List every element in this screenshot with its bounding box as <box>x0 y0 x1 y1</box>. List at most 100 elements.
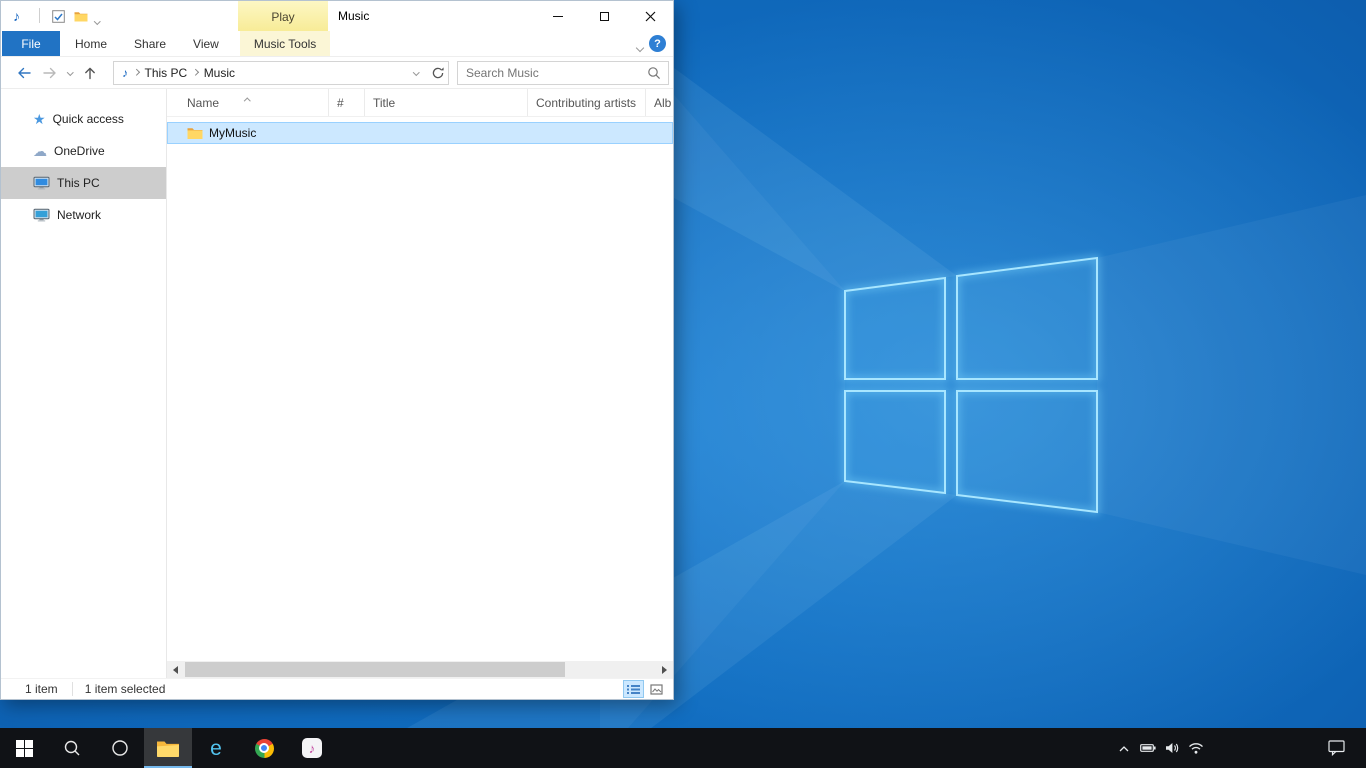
wifi-icon <box>1188 742 1204 755</box>
battery-icon <box>1140 742 1156 754</box>
titlebar[interactable]: ♪ Play Music <box>1 1 673 31</box>
checkbox-icon <box>52 10 65 23</box>
view-details-button[interactable] <box>623 680 644 698</box>
sidebar-item-quick-access[interactable]: ★ Quick access <box>1 103 166 135</box>
qat-dropdown-button[interactable] <box>95 12 100 26</box>
file-row-mymusic[interactable]: MyMusic <box>167 122 673 144</box>
network-icon <box>33 208 50 222</box>
contextual-tab-play[interactable]: Play <box>238 1 328 33</box>
column-header-album[interactable]: Alb <box>646 89 673 116</box>
forward-button[interactable] <box>37 60 63 86</box>
column-header-contributing-artists[interactable]: Contributing artists <box>528 89 646 116</box>
taskbar-ie-button[interactable]: e <box>192 728 240 768</box>
ie-icon: e <box>210 738 222 759</box>
network-button[interactable] <box>1184 728 1208 768</box>
tray-expand-button[interactable] <box>1112 728 1136 768</box>
chevron-up-icon <box>1118 744 1130 753</box>
search-input[interactable] <box>458 66 647 80</box>
minimize-icon <box>553 16 563 17</box>
status-selected-count: 1 item selected <box>72 682 166 696</box>
sidebar-item-label: Network <box>57 208 101 222</box>
music-note-icon: ♪ <box>302 738 322 758</box>
maximize-button[interactable] <box>581 1 627 31</box>
view-large-icons-button[interactable] <box>646 680 667 698</box>
chevron-down-icon <box>413 69 419 75</box>
folder-icon <box>187 127 203 140</box>
tab-share[interactable]: Share <box>121 31 179 56</box>
column-headers: Name # Title Contributing artists Alb <box>167 89 673 117</box>
qat-properties-button[interactable] <box>49 8 67 24</box>
back-button[interactable] <box>11 60 37 86</box>
maximize-icon <box>600 12 609 21</box>
taskbar-chrome-button[interactable] <box>240 728 288 768</box>
volume-button[interactable] <box>1160 728 1184 768</box>
sidebar-item-network[interactable]: Network <box>1 199 166 231</box>
tab-music-tools[interactable]: Music Tools <box>240 31 330 56</box>
scroll-right-button[interactable] <box>656 661 673 678</box>
recent-locations-button[interactable] <box>63 60 77 86</box>
sidebar-item-label: Quick access <box>53 112 124 126</box>
search-box <box>457 61 669 85</box>
scroll-thumb[interactable] <box>185 662 565 677</box>
qat-new-folder-button[interactable] <box>72 8 90 24</box>
chevron-down-icon <box>636 44 644 52</box>
sidebar-item-onedrive[interactable]: ☁ OneDrive <box>1 135 166 167</box>
back-arrow-icon <box>16 66 32 80</box>
horizontal-scrollbar <box>167 661 673 678</box>
cortana-button[interactable] <box>96 728 144 768</box>
breadcrumb-item-music[interactable]: Music <box>199 66 240 80</box>
column-header-number[interactable]: # <box>329 89 365 116</box>
up-button[interactable] <box>77 60 103 86</box>
details-view-icon <box>627 684 640 695</box>
file-name: MyMusic <box>209 126 256 140</box>
volume-icon <box>1165 742 1179 754</box>
search-icon <box>63 739 81 757</box>
ribbon-tab-row: File Home Share View Music Tools ? <box>1 31 673 57</box>
windows-logo-icon <box>16 740 33 757</box>
help-icon: ? <box>654 38 661 50</box>
breadcrumb-separator-icon <box>133 69 139 75</box>
large-icons-view-icon <box>650 684 663 695</box>
up-arrow-icon <box>83 66 97 80</box>
sort-ascending-icon <box>245 92 250 106</box>
status-item-count: 1 item <box>1 682 58 696</box>
music-note-icon: ♪ <box>114 66 133 80</box>
close-button[interactable] <box>627 1 673 31</box>
main-content: ★ Quick access ☁ OneDrive This PC <box>1 89 673 678</box>
start-button[interactable] <box>0 728 48 768</box>
address-bar[interactable]: ♪ This PC Music <box>113 61 449 85</box>
ribbon-collapse-button[interactable] <box>637 40 643 54</box>
sidebar-item-label: OneDrive <box>54 144 105 158</box>
action-center-button[interactable] <box>1314 728 1358 768</box>
tab-home[interactable]: Home <box>61 31 121 56</box>
folder-icon <box>74 11 88 22</box>
sidebar-item-this-pc[interactable]: This PC <box>1 167 166 199</box>
taskbar: e ♪ <box>0 728 1366 768</box>
minimize-button[interactable] <box>535 1 581 31</box>
navigation-pane: ★ Quick access ☁ OneDrive This PC <box>1 89 167 678</box>
triangle-right-icon <box>662 666 667 674</box>
window-title: Music <box>338 1 369 31</box>
refresh-button[interactable] <box>427 62 448 84</box>
scroll-left-button[interactable] <box>167 661 184 678</box>
chrome-icon <box>255 739 274 758</box>
help-button[interactable]: ? <box>649 35 666 52</box>
folder-icon <box>156 739 180 758</box>
breadcrumb-item-this-pc[interactable]: This PC <box>140 66 193 80</box>
taskbar-explorer-button[interactable] <box>144 728 192 768</box>
action-center-icon <box>1328 740 1345 756</box>
chevron-down-icon <box>67 69 73 75</box>
triangle-left-icon <box>173 666 178 674</box>
battery-button[interactable] <box>1136 728 1160 768</box>
column-header-title[interactable]: Title <box>365 89 528 116</box>
tab-view[interactable]: View <box>179 31 233 56</box>
address-dropdown-button[interactable] <box>406 62 427 84</box>
star-icon: ★ <box>33 112 46 126</box>
tab-file[interactable]: File <box>2 31 60 56</box>
taskbar-itunes-button[interactable]: ♪ <box>288 728 336 768</box>
status-bar: 1 item 1 item selected <box>1 678 673 699</box>
system-tray <box>1112 728 1208 768</box>
taskbar-search-button[interactable] <box>48 728 96 768</box>
file-list-area: Name # Title Contributing artists Alb My… <box>167 89 673 678</box>
cortana-icon <box>111 739 129 757</box>
